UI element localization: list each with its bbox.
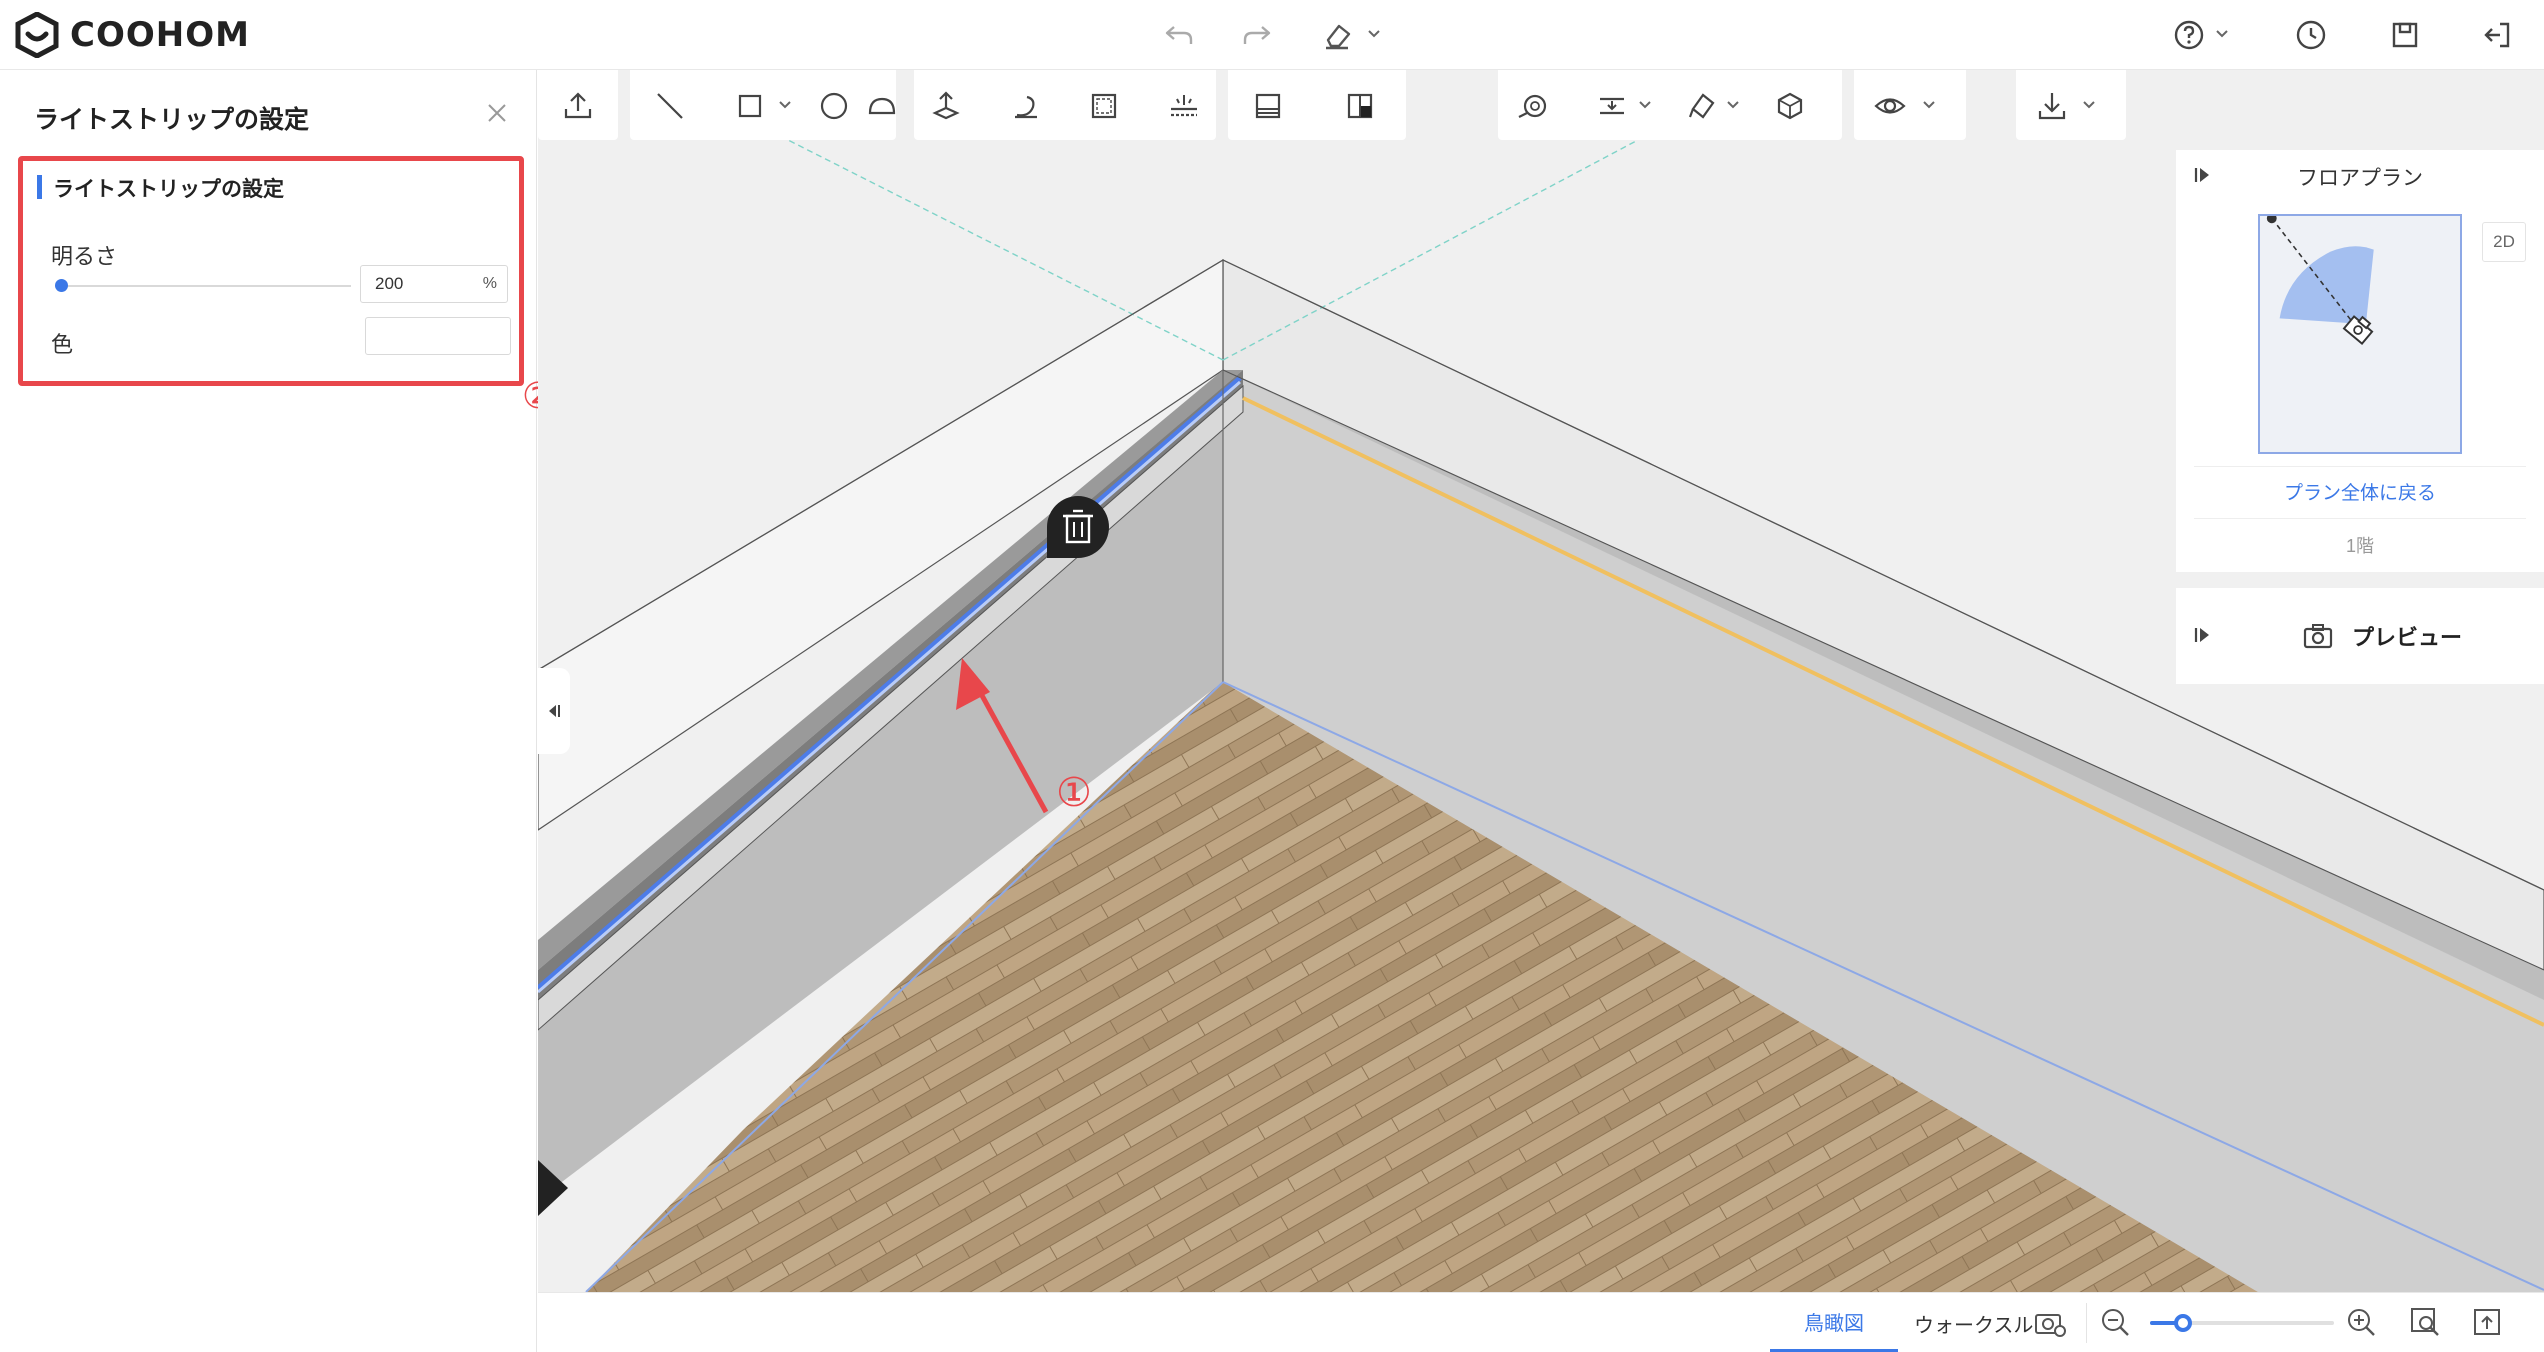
view-mode-toggle-2d[interactable]: 2D [2482, 222, 2526, 262]
toolbar-group-tools [1498, 70, 1842, 140]
coohom-logo-icon [15, 12, 59, 58]
wall-panel-icon[interactable] [1248, 86, 1288, 126]
floor-selector[interactable]: 1階 [2176, 532, 2544, 558]
circle-icon[interactable] [814, 86, 854, 126]
section-title: ライトストリップの設定 [53, 178, 284, 201]
sweep-icon[interactable] [1006, 86, 1046, 126]
eraser-chevron-down-icon[interactable] [1364, 24, 1384, 44]
history-icon[interactable] [2290, 14, 2332, 56]
collapse-left-icon [549, 705, 560, 717]
exit-icon[interactable] [2476, 14, 2518, 56]
floorplan-panel: フロアプラン 2D プラン全体に戻る 1階 [2176, 150, 2544, 572]
arc-icon[interactable] [862, 86, 902, 126]
box-icon[interactable] [1770, 86, 1810, 126]
brightness-value: 200 [375, 274, 404, 293]
download-icon[interactable] [2032, 86, 2072, 126]
help-chevron-down-icon[interactable] [2212, 24, 2232, 44]
brightness-unit: % [482, 275, 497, 292]
upload-icon[interactable] [558, 86, 598, 126]
split-icon[interactable] [1340, 86, 1380, 126]
rectangle-icon[interactable] [730, 86, 770, 126]
grid-align-icon[interactable] [1164, 86, 1204, 126]
color-picker[interactable] [365, 317, 511, 355]
divider [2194, 466, 2526, 467]
zoom-out-icon[interactable] [2098, 1305, 2134, 1341]
logo: COOHOM [14, 12, 250, 58]
toolbar-group-panels [1228, 70, 1406, 140]
help-icon[interactable] [2168, 14, 2210, 56]
brightness-input[interactable]: 200 % [360, 265, 508, 303]
light-strip-settings-panel: ライトストリップの設定 ライトストリップの設定 明るさ 200 % 色 ② [0, 70, 554, 1352]
camera-view-cone [2266, 213, 2374, 346]
line-icon[interactable] [650, 86, 690, 126]
fullscreen-icon[interactable] [2470, 1305, 2506, 1341]
light-strip-settings-section: ライトストリップの設定 明るさ 200 % 色 [18, 156, 524, 386]
floorplan-minimap[interactable] [2258, 213, 2462, 454]
zoom-to-fit-icon[interactable] [2408, 1305, 2444, 1341]
annotation-marker-1: ① [1056, 770, 1092, 816]
top-bar: COOHOM [0, 0, 2544, 70]
floorplan-title: フロアプラン [2297, 167, 2423, 190]
toolbar-group-view [1854, 70, 1966, 140]
toolbar-group-upload [538, 70, 618, 140]
section-accent-bar [37, 175, 42, 199]
close-icon[interactable] [482, 98, 512, 128]
preview-title: プレビュー [2352, 625, 2463, 650]
bottom-bar: 鳥瞰図 ウォークスルー [538, 1292, 2544, 1352]
height-icon[interactable] [1592, 86, 1632, 126]
place-icon[interactable] [926, 86, 966, 126]
rectangle-chevron-down-icon[interactable] [776, 96, 794, 114]
delete-trash-icon[interactable] [1045, 494, 1111, 560]
view-icon[interactable] [1870, 86, 1910, 126]
divider [2086, 1303, 2087, 1343]
expand-right-icon[interactable] [2192, 624, 2214, 646]
zoom-slider-handle[interactable] [2174, 1314, 2193, 1332]
paint-chevron-down-icon[interactable] [1724, 96, 1742, 114]
undo-icon[interactable] [1158, 14, 1200, 56]
download-chevron-down-icon[interactable] [2080, 96, 2098, 114]
toolbar-group-draw [630, 70, 896, 140]
toolbar-group-modeling [914, 70, 1216, 140]
zoom-in-icon[interactable] [2344, 1305, 2380, 1341]
camera-settings-icon[interactable] [2032, 1305, 2068, 1341]
toolbar-group-download [2016, 70, 2126, 140]
height-chevron-down-icon[interactable] [1636, 96, 1654, 114]
paint-icon[interactable] [1682, 86, 1722, 126]
back-to-full-plan-link[interactable]: プラン全体に戻る [2176, 478, 2544, 505]
preview-panel[interactable]: プレビュー [2176, 588, 2544, 684]
tab-birds-eye-view[interactable]: 鳥瞰図 [1770, 1293, 1898, 1352]
brightness-slider-handle[interactable] [55, 279, 68, 292]
save-icon[interactable] [2384, 14, 2426, 56]
collapse-panel-tab[interactable] [538, 668, 570, 754]
curve-icon[interactable] [1512, 86, 1552, 126]
brightness-slider-track[interactable] [61, 285, 351, 287]
brightness-label: 明るさ [51, 244, 118, 269]
view-chevron-down-icon[interactable] [1920, 96, 1938, 114]
divider [2194, 518, 2526, 519]
brand-name: COOHOM [70, 15, 250, 55]
panel-title: ライトストリップの設定 [34, 106, 310, 134]
color-label: 色 [51, 332, 74, 357]
eraser-icon[interactable] [1316, 14, 1358, 56]
camera-icon [2303, 624, 2333, 649]
redo-icon[interactable] [1236, 14, 1278, 56]
region-icon[interactable] [1084, 86, 1124, 126]
